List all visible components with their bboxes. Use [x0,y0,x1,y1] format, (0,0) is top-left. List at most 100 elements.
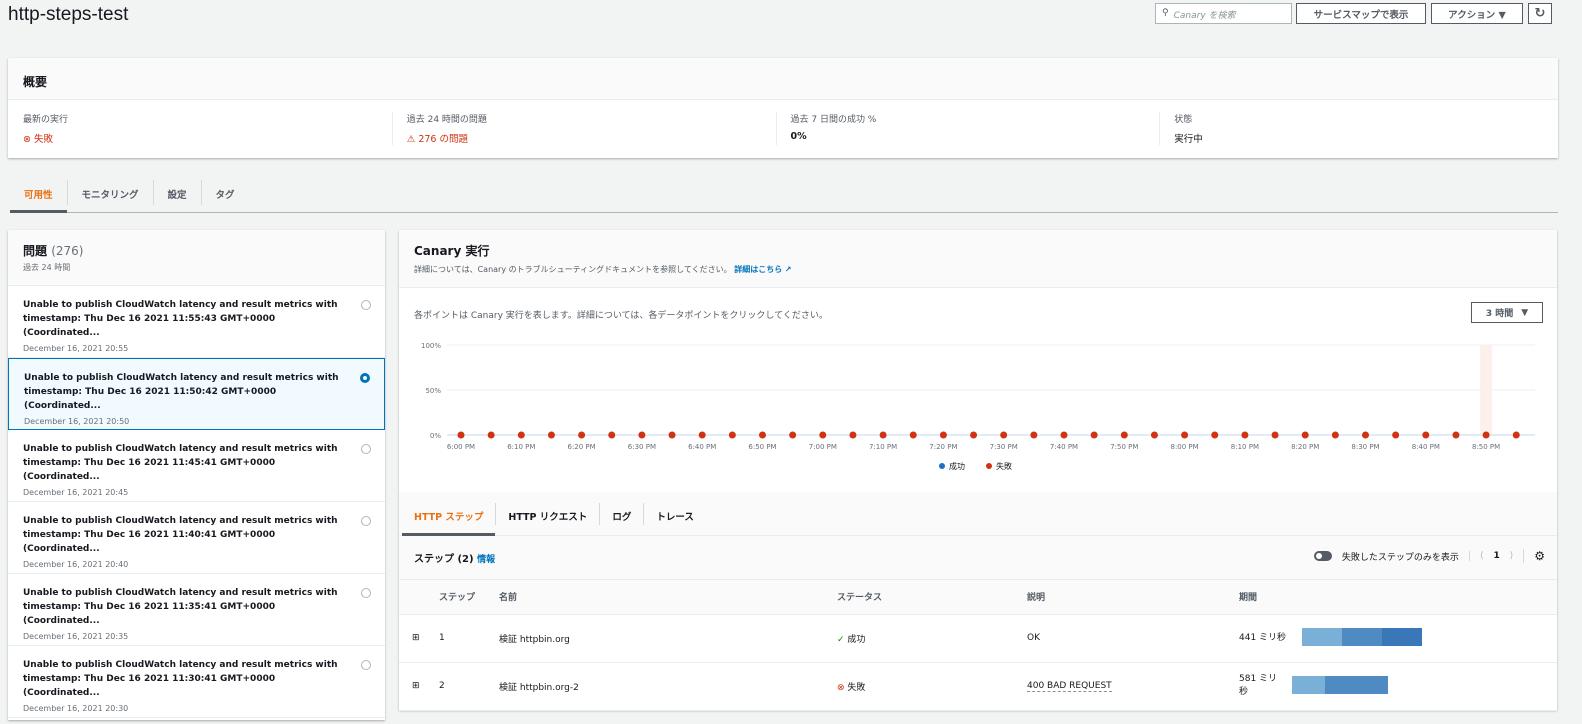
page-number[interactable]: 1 [1493,551,1499,561]
data-point[interactable] [819,431,827,439]
canary-search-input[interactable]: ⚲ Canary を検索 [1155,3,1292,24]
issues-panel: 問題 (276) 過去 24 時間 Unable to publish Clou… [8,230,385,720]
data-point[interactable] [608,431,616,439]
issues-24h-link[interactable]: 276 の問題 [418,134,468,145]
data-point[interactable] [1422,431,1430,439]
data-point[interactable] [1090,431,1098,439]
data-point[interactable] [547,431,555,439]
data-point[interactable] [909,431,917,439]
info-link[interactable]: 情報 [477,555,495,565]
expand-icon[interactable]: ⊞ [399,614,439,663]
x-tick-label: 7:00 PM [809,443,837,451]
step-name: 検証 httpbin.org [499,614,837,663]
data-point[interactable] [1000,431,1008,439]
y-tick-label: 100% [421,342,441,350]
tab-monitoring[interactable]: モニタリング [66,180,153,205]
issue-date: December 16, 2021 20:45 [23,488,129,497]
data-point[interactable] [849,431,857,439]
legend-label: 成功 [949,461,965,471]
issue-date: December 16, 2021 20:50 [24,417,130,426]
learn-more-link[interactable]: 詳細はこちら [734,265,782,274]
next-page-icon[interactable]: ⟩ [1510,551,1514,561]
latest-run-label: 最新の実行 [23,115,69,125]
issue-list-item[interactable]: Unable to publish CloudWatch latency and… [8,502,385,574]
data-point[interactable] [1392,431,1400,439]
data-point[interactable] [578,431,586,439]
tab-tags[interactable]: タグ [200,180,249,205]
data-point[interactable] [457,431,465,439]
data-point[interactable] [1331,431,1339,439]
data-point[interactable] [1301,431,1309,439]
data-point[interactable] [1241,431,1249,439]
tab-availability[interactable]: 可用性 [10,180,67,213]
settings-gear-icon[interactable]: ⚙ [1523,549,1545,563]
data-point[interactable] [517,431,525,439]
data-point[interactable] [1362,431,1369,439]
success-check-icon: ✓ [837,634,845,645]
legend-marker [939,463,945,469]
step-description[interactable]: 400 BAD REQUEST [1027,681,1112,692]
time-range-select[interactable]: 3 時間 ▼ [1471,302,1543,323]
issue-list-item[interactable]: Unable to publish CloudWatch latency and… [8,430,385,502]
issue-radio[interactable] [360,373,370,383]
issue-radio[interactable] [361,516,371,526]
canary-title: Canary 実行 [414,244,490,258]
step-duration: 581 ミリ秒 [1239,674,1278,697]
refresh-icon[interactable]: ↻ [1528,3,1552,24]
data-point[interactable] [698,431,706,439]
issue-radio[interactable] [361,660,371,670]
data-point[interactable] [1211,431,1219,439]
issue-list-item[interactable]: Unable to publish CloudWatch latency and… [8,286,385,358]
data-point[interactable] [970,431,978,439]
x-tick-label: 6:30 PM [628,443,656,451]
data-point[interactable] [1060,431,1068,439]
table-row: ⊞ 1 検証 httpbin.org ✓ 成功 OK 441 ミリ秒 [399,614,1557,663]
col-duration: 期間 [1239,580,1557,615]
external-link-icon[interactable]: ↗ [785,265,792,274]
data-point[interactable] [728,431,736,439]
step-tabs: HTTP ステップ HTTP リクエスト ログ トレース [399,492,1557,536]
issue-list-item[interactable]: Unable to publish CloudWatch latency and… [8,574,385,646]
issue-list-item[interactable]: Unable to publish CloudWatch latency and… [8,358,385,430]
data-point[interactable] [1452,431,1460,439]
data-point[interactable] [939,431,947,439]
state-value: 実行中 [1174,134,1203,145]
data-point[interactable] [638,431,646,439]
issue-list-item[interactable]: Unable to publish CloudWatch latency and… [8,646,385,718]
tab-logs[interactable]: ログ [599,503,643,525]
data-point[interactable] [1181,431,1189,439]
data-point[interactable] [789,431,797,439]
tab-settings[interactable]: 設定 [152,180,201,205]
tab-http-requests[interactable]: HTTP リクエスト [495,503,599,525]
data-point[interactable] [668,431,676,439]
issue-text: Unable to publish CloudWatch latency and… [23,660,338,698]
tab-traces[interactable]: トレース [643,503,706,525]
issue-text: Unable to publish CloudWatch latency and… [24,373,339,411]
data-point[interactable] [1271,431,1279,439]
prev-page-icon[interactable]: ⟨ [1468,551,1483,561]
issue-radio[interactable] [361,300,371,310]
x-tick-label: 6:20 PM [567,443,595,451]
data-point[interactable] [1030,431,1038,439]
page-title: http-steps-test [8,4,129,25]
actions-button[interactable]: アクション ▼ [1431,3,1523,24]
expand-icon[interactable]: ⊞ [399,662,439,711]
data-point[interactable] [1150,431,1158,439]
data-point[interactable] [879,431,887,439]
data-point[interactable] [759,431,766,439]
failed-only-toggle[interactable] [1313,551,1332,561]
data-point[interactable] [1120,431,1128,439]
time-range-value: 3 時間 [1485,309,1514,319]
caret-down-icon: ▼ [1521,307,1529,318]
data-point[interactable] [487,431,495,439]
data-point[interactable] [1512,431,1520,439]
issue-radio[interactable] [361,444,371,454]
col-step: ステップ [439,580,499,615]
latest-run-value: 失敗 [34,134,54,145]
data-point[interactable] [1482,431,1490,439]
issues-count: (276) [51,244,84,258]
tab-http-steps[interactable]: HTTP ステップ [402,503,496,536]
x-tick-label: 8:30 PM [1351,443,1379,451]
issue-radio[interactable] [361,588,371,598]
service-map-button[interactable]: サービスマップで表示 [1296,3,1426,24]
